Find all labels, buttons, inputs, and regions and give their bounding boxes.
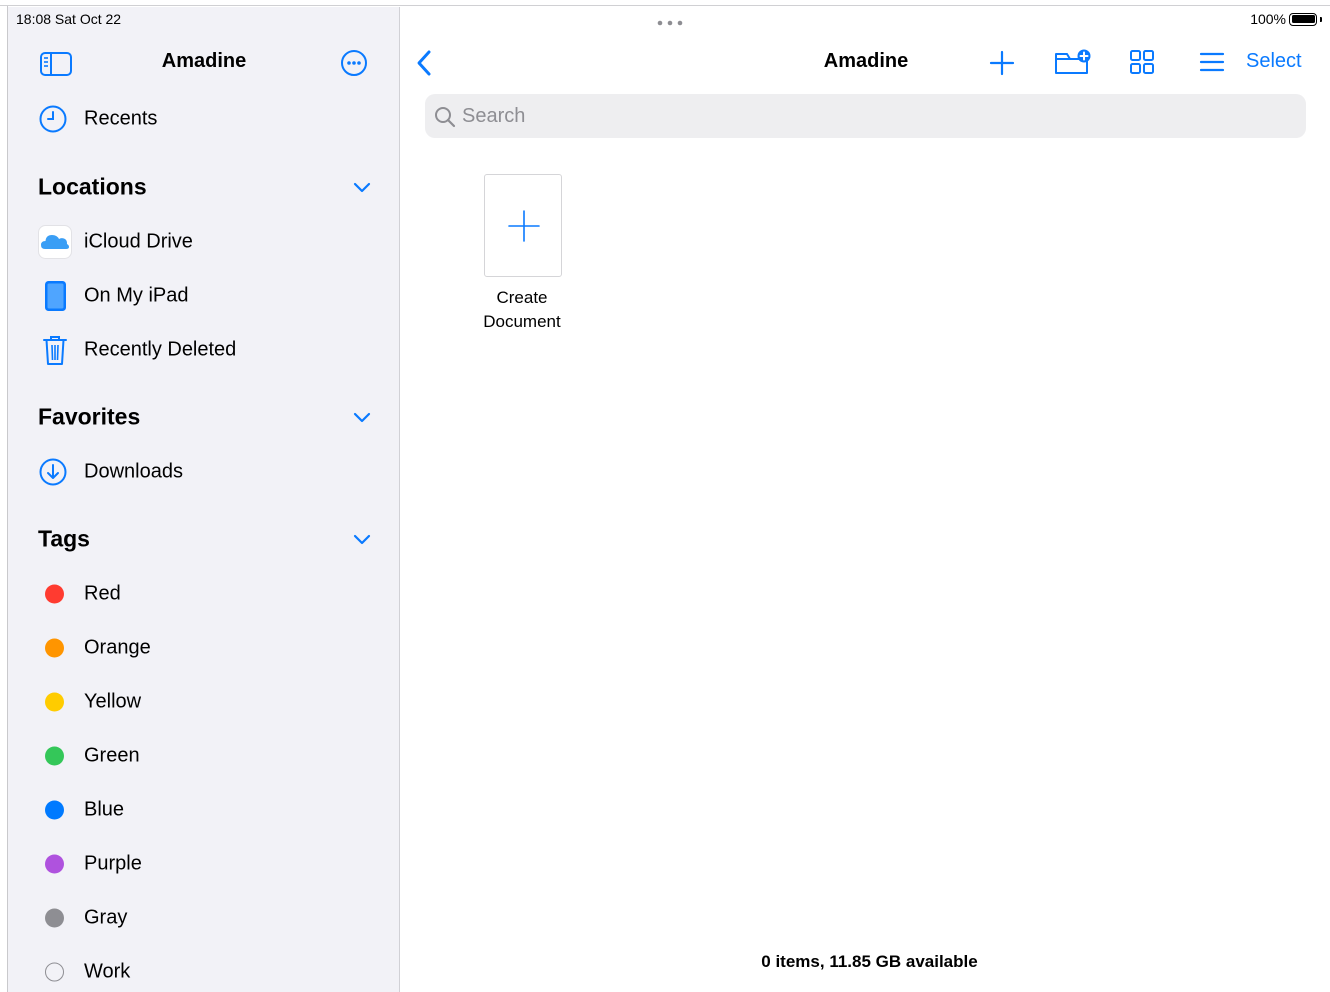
clock-icon <box>39 105 67 133</box>
more-options-icon[interactable] <box>340 49 368 77</box>
tag-color-dot <box>45 908 64 928</box>
sidebar-tag-green[interactable]: Green <box>8 736 400 776</box>
sidebar-tag-red[interactable]: Red <box>8 574 400 614</box>
trash-icon <box>43 336 67 365</box>
battery-percent: 100% <box>1250 11 1286 27</box>
search-bar[interactable]: Search <box>425 94 1306 138</box>
chevron-down-icon <box>353 412 371 423</box>
status-time-date: 18:08 Sat Oct 22 <box>16 11 122 27</box>
tag-color-dot <box>45 854 64 874</box>
storage-status: 0 items, 11.85 GB available <box>761 952 978 971</box>
sidebar-tag-yellow[interactable]: Yellow <box>8 682 400 722</box>
tag-color-dot <box>45 584 64 604</box>
create-document-tile[interactable] <box>484 174 562 277</box>
sidebar-tag-orange[interactable]: Orange <box>8 628 400 668</box>
sidebar-item-label: Downloads <box>84 460 183 483</box>
create-label-line2: Document <box>483 312 561 331</box>
sidebar-item-label: Recents <box>84 107 158 130</box>
multitasking-dots-icon[interactable] <box>655 19 685 27</box>
section-title: Locations <box>38 173 147 200</box>
battery-icon <box>1289 12 1317 26</box>
plus-icon[interactable] <box>989 50 1015 76</box>
sidebar-item-on-my-ipad[interactable]: On My iPad <box>8 276 400 316</box>
grid-view-icon[interactable] <box>1129 49 1155 75</box>
sidebar-item-label: Purple <box>84 852 142 875</box>
list-menu-icon[interactable] <box>1199 51 1225 73</box>
sidebar-item-label: Work <box>84 960 131 983</box>
search-placeholder: Search <box>462 105 526 127</box>
sidebar: 18:08 Sat Oct 22 Amadine Recents Locatio… <box>8 7 400 992</box>
sidebar-tag-blue[interactable]: Blue <box>8 790 400 830</box>
sidebar-item-label: Orange <box>84 636 151 659</box>
tag-color-dot <box>45 746 64 766</box>
download-icon <box>39 458 67 486</box>
section-title: Tags <box>38 525 90 552</box>
main-content: 100% Amadine Select Search Create Docume… <box>401 7 1330 992</box>
sidebar-tag-gray[interactable]: Gray <box>8 898 400 938</box>
battery-tip <box>1320 16 1322 22</box>
status-battery: 100% <box>1250 11 1322 27</box>
new-folder-icon[interactable] <box>1054 48 1092 76</box>
sidebar-item-recently-deleted[interactable]: Recently Deleted <box>8 330 400 370</box>
sidebar-tag-purple[interactable]: Purple <box>8 844 400 884</box>
sidebar-item-label: Green <box>84 744 140 767</box>
ipad-screen: 18:08 Sat Oct 22 Amadine Recents Locatio… <box>0 0 1330 992</box>
sidebar-item-label: On My iPad <box>84 284 189 307</box>
page-title: Amadine <box>823 50 909 72</box>
back-chevron-icon[interactable] <box>415 49 433 77</box>
sidebar-item-downloads[interactable]: Downloads <box>8 452 400 492</box>
sidebar-item-label: Blue <box>84 798 125 821</box>
search-icon <box>435 107 456 128</box>
window-left-edge <box>0 6 8 992</box>
sidebar-item-recents[interactable]: Recents <box>8 99 400 139</box>
select-button[interactable]: Select <box>1246 50 1302 73</box>
sidebar-tag-work[interactable]: Work <box>8 952 400 992</box>
section-favorites[interactable]: Favorites <box>8 397 400 437</box>
icloud-icon <box>38 225 72 259</box>
sidebar-item-label: iCloud Drive <box>84 230 193 253</box>
plus-icon <box>508 210 540 242</box>
tag-color-dot <box>45 800 64 820</box>
tag-color-dot <box>45 638 64 658</box>
section-title: Favorites <box>38 403 141 430</box>
sidebar-item-label: Red <box>84 582 121 605</box>
ipad-icon <box>45 281 66 311</box>
tag-color-dot <box>45 692 64 712</box>
create-label-line1: Create <box>496 288 548 307</box>
sidebar-item-label: Yellow <box>84 690 142 713</box>
chevron-down-icon <box>353 182 371 193</box>
window-top-edge <box>0 0 1330 6</box>
sidebar-item-icloud-drive[interactable]: iCloud Drive <box>8 222 400 262</box>
sidebar-item-label: Gray <box>84 906 128 929</box>
section-locations[interactable]: Locations <box>8 167 400 207</box>
sidebar-item-label: Recently Deleted <box>84 338 237 361</box>
create-document-label[interactable]: Create Document <box>457 286 587 334</box>
section-tags[interactable]: Tags <box>8 519 400 559</box>
chevron-down-icon <box>353 534 371 545</box>
tag-empty-circle <box>45 962 64 982</box>
